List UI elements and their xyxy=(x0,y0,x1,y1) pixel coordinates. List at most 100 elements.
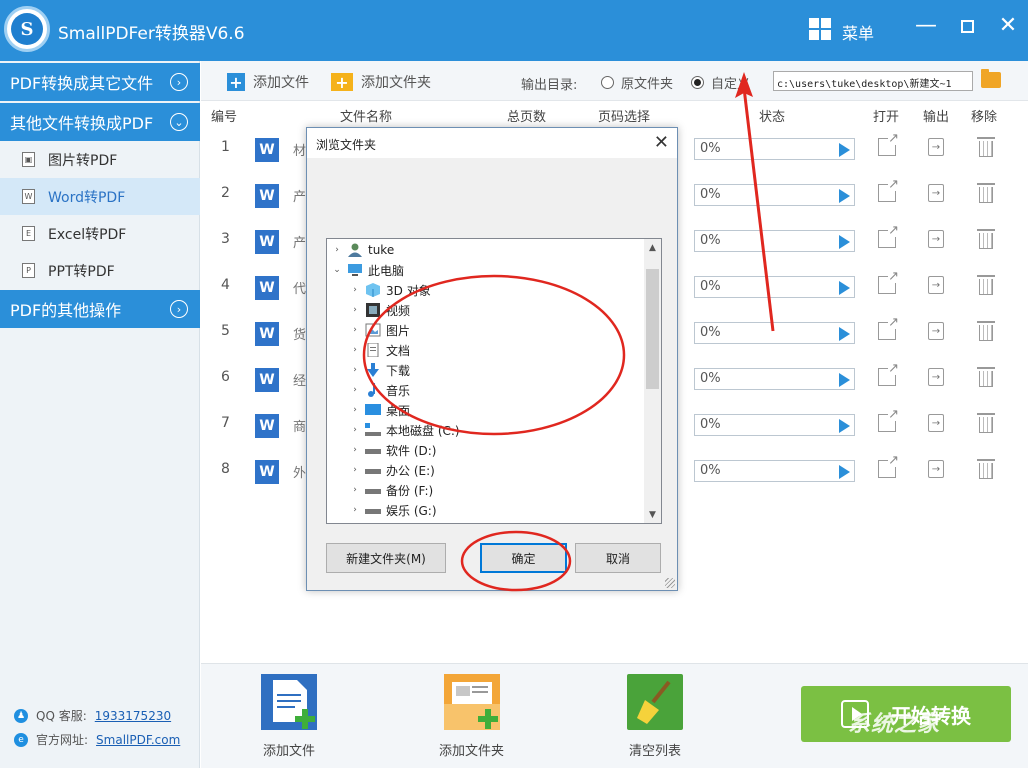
new-folder-button[interactable]: 新建文件夹(M) xyxy=(326,543,446,573)
play-icon[interactable] xyxy=(839,143,850,157)
bottom-add-file-button[interactable]: 添加文件 xyxy=(259,672,319,759)
tree-node-this-pc[interactable]: ⌄ 此电脑 xyxy=(331,260,404,280)
trash-icon[interactable] xyxy=(977,367,995,387)
radio-label: 原文件夹 xyxy=(621,77,674,92)
ppt-file-icon: P xyxy=(22,263,35,278)
tree-expand-icon[interactable]: › xyxy=(349,285,361,295)
trash-icon[interactable] xyxy=(977,229,995,249)
radio-custom-folder[interactable]: 自定义 xyxy=(691,73,750,92)
output-folder-icon[interactable]: → xyxy=(928,414,944,432)
col-remove: 移除 xyxy=(971,110,998,125)
tree-node-drive-e[interactable]: › 办公 (E:) xyxy=(349,460,435,480)
tree-node-drive-g[interactable]: › 娱乐 (G:) xyxy=(349,500,436,520)
output-folder-icon[interactable]: → xyxy=(928,322,944,340)
folder-tree[interactable]: › tuke ⌄ 此电脑 › 3D 对象 › 视频 › 图片 › 文档 › 下载… xyxy=(326,238,662,524)
tree-node-drive-c[interactable]: › 本地磁盘 (C:) xyxy=(349,420,460,440)
scroll-down-icon[interactable]: ▼ xyxy=(644,506,661,523)
tree-expand-icon[interactable]: › xyxy=(349,385,361,395)
user-icon xyxy=(347,243,363,257)
play-icon[interactable] xyxy=(839,189,850,203)
output-folder-icon[interactable]: → xyxy=(928,460,944,478)
menu-button[interactable]: 菜单 xyxy=(842,20,874,44)
open-external-icon[interactable] xyxy=(878,178,899,202)
bottom-add-folder-button[interactable]: 添加文件夹 xyxy=(439,672,504,759)
trash-icon[interactable] xyxy=(977,275,995,295)
minimize-icon[interactable]: — xyxy=(914,14,938,38)
trash-icon[interactable] xyxy=(977,459,995,479)
scroll-up-icon[interactable]: ▲ xyxy=(644,239,661,256)
sidebar-item-image-to-pdf[interactable]: ▣ 图片转PDF xyxy=(0,141,200,178)
browse-folder-icon[interactable] xyxy=(981,69,1001,88)
tree-label: 3D 对象 xyxy=(386,283,431,298)
trash-icon[interactable] xyxy=(977,137,995,157)
open-external-icon[interactable] xyxy=(878,408,899,432)
tree-expand-icon[interactable]: › xyxy=(349,405,361,415)
play-icon[interactable] xyxy=(839,465,850,479)
output-folder-icon[interactable]: → xyxy=(928,276,944,294)
play-icon[interactable] xyxy=(839,235,850,249)
tree-expand-icon[interactable]: › xyxy=(331,245,343,255)
tree-node-downloads[interactable]: › 下载 xyxy=(349,360,410,380)
open-external-icon[interactable] xyxy=(878,316,899,340)
sidebar-item-ppt-to-pdf[interactable]: P PPT转PDF xyxy=(0,252,200,289)
tree-expand-icon[interactable]: › xyxy=(349,465,361,475)
maximize-icon[interactable] xyxy=(955,14,979,38)
clear-list-button[interactable]: 清空列表 xyxy=(625,672,685,759)
menu-grid-icon[interactable] xyxy=(809,18,831,40)
open-external-icon[interactable] xyxy=(878,270,899,294)
tree-node-tuke[interactable]: › tuke xyxy=(331,240,394,260)
output-folder-icon[interactable]: → xyxy=(928,184,944,202)
output-path-input[interactable]: c:\users\tuke\desktop\新建文~1 xyxy=(773,71,973,91)
open-external-icon[interactable] xyxy=(878,362,899,386)
tree-expand-icon[interactable]: › xyxy=(349,325,361,335)
close-icon[interactable]: ✕ xyxy=(996,14,1020,38)
tree-node-pictures[interactable]: › 图片 xyxy=(349,320,410,340)
output-folder-icon[interactable]: → xyxy=(928,230,944,248)
tree-expand-icon[interactable]: › xyxy=(349,345,361,355)
tree-node-music[interactable]: › 音乐 xyxy=(349,380,410,400)
tree-collapse-icon[interactable]: ⌄ xyxy=(331,265,343,275)
website-link[interactable]: SmallPDF.com xyxy=(96,733,180,747)
radio-original-folder[interactable]: 原文件夹 xyxy=(601,73,673,92)
tree-node-3d-objects[interactable]: › 3D 对象 xyxy=(349,280,431,300)
tree-node-documents[interactable]: › 文档 xyxy=(349,340,410,360)
sidebar-item-excel-to-pdf[interactable]: E Excel转PDF xyxy=(0,215,200,252)
tree-node-desktop[interactable]: › 桌面 xyxy=(349,400,410,420)
open-external-icon[interactable] xyxy=(878,454,899,478)
tree-node-videos[interactable]: › 视频 xyxy=(349,300,410,320)
tree-expand-icon[interactable]: › xyxy=(349,305,361,315)
qq-link[interactable]: 1933175230 xyxy=(95,709,171,723)
output-folder-icon[interactable]: → xyxy=(928,368,944,386)
play-icon[interactable] xyxy=(839,373,850,387)
table-header: 编号 文件名称 总页数 页码选择 状态 打开 输出 移除 xyxy=(201,102,1028,126)
add-folder-button[interactable]: + 添加文件夹 xyxy=(331,72,431,92)
scroll-thumb[interactable] xyxy=(646,269,659,389)
play-icon[interactable] xyxy=(839,327,850,341)
ok-button[interactable]: 确定 xyxy=(480,543,567,573)
trash-icon[interactable] xyxy=(977,413,995,433)
trash-icon[interactable] xyxy=(977,321,995,341)
tree-node-drive-d[interactable]: › 软件 (D:) xyxy=(349,440,436,460)
play-icon[interactable] xyxy=(839,281,850,295)
tree-expand-icon[interactable]: › xyxy=(349,505,361,515)
trash-icon[interactable] xyxy=(977,183,995,203)
tree-node-drive-f[interactable]: › 备份 (F:) xyxy=(349,480,433,500)
sidebar-section-pdf-to-other[interactable]: PDF转换成其它文件 › xyxy=(0,63,200,101)
tree-expand-icon[interactable]: › xyxy=(349,445,361,455)
play-icon[interactable] xyxy=(839,419,850,433)
tree-expand-icon[interactable]: › xyxy=(349,365,361,375)
sidebar-section-pdf-other-ops[interactable]: PDF的其他操作 › xyxy=(0,290,200,328)
tree-expand-icon[interactable]: › xyxy=(349,485,361,495)
resize-grip-icon[interactable] xyxy=(665,578,675,588)
add-file-button[interactable]: + 添加文件 xyxy=(227,72,309,92)
output-folder-icon[interactable]: → xyxy=(928,138,944,156)
cancel-button[interactable]: 取消 xyxy=(575,543,661,573)
dialog-close-icon[interactable]: ✕ xyxy=(654,132,669,153)
open-external-icon[interactable] xyxy=(878,132,899,156)
tree-scrollbar[interactable]: ▲ ▼ xyxy=(644,239,661,523)
sidebar-item-word-to-pdf[interactable]: W Word转PDF xyxy=(0,178,200,215)
tree-expand-icon[interactable]: › xyxy=(349,425,361,435)
open-external-icon[interactable] xyxy=(878,224,899,248)
progress-text: 0% xyxy=(700,417,721,432)
sidebar-section-other-to-pdf[interactable]: 其他文件转换成PDF ⌄ xyxy=(0,103,200,141)
